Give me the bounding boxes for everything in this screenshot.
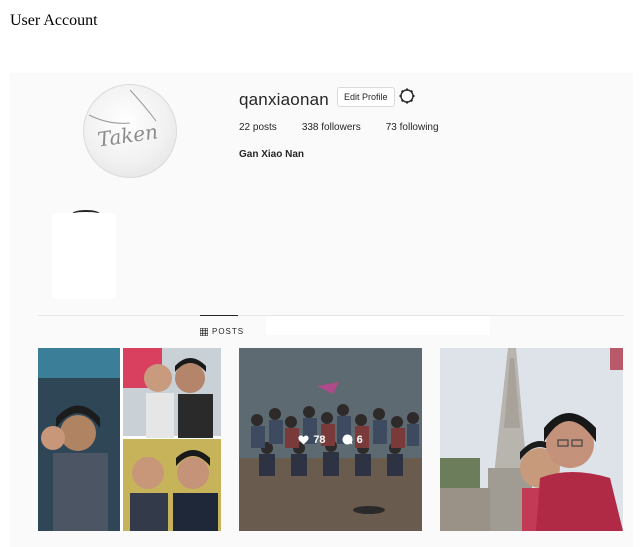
profile-avatar[interactable]: Taken: [83, 84, 177, 178]
comments-count: 6: [356, 433, 363, 446]
grid-icon: [200, 327, 208, 336]
tab-posts-label: POSTS: [212, 327, 245, 336]
post-beach-group[interactable]: 78 6: [239, 348, 422, 531]
temple-selfie-image: [440, 348, 623, 531]
post-collage[interactable]: [38, 348, 221, 531]
likes-count: 78: [313, 433, 326, 446]
likes-stat: 78: [298, 433, 326, 446]
posts-count: 22 posts: [239, 122, 277, 133]
post-overlay: 78 6: [239, 348, 422, 531]
profile-frame: Taken qanxiaonan Edit Profile 22 posts 3…: [10, 73, 633, 547]
page-title: User Account: [10, 12, 98, 29]
comment-icon: [342, 434, 353, 445]
tab-placeholder: [266, 316, 490, 335]
tab-active-indicator: [200, 315, 238, 316]
post-temple-selfie[interactable]: [440, 348, 623, 531]
tab-posts[interactable]: POSTS: [200, 327, 244, 336]
story-highlight[interactable]: [52, 213, 116, 299]
following-count[interactable]: 73 following: [386, 122, 439, 133]
avatar-text: Taken: [96, 119, 159, 151]
username: qanxiaonan: [239, 90, 329, 109]
settings-gear-icon[interactable]: [399, 88, 415, 104]
full-name: Gan Xiao Nan: [239, 149, 305, 160]
necklace-image: Taken: [88, 89, 159, 152]
heart-icon: [298, 435, 309, 444]
followers-count[interactable]: 338 followers: [302, 122, 361, 133]
comments-stat: 6: [342, 434, 363, 446]
collage-image: [38, 348, 221, 531]
profile-stats: 22 posts 338 followers 73 following: [239, 122, 464, 133]
edit-profile-button[interactable]: Edit Profile: [337, 87, 395, 107]
